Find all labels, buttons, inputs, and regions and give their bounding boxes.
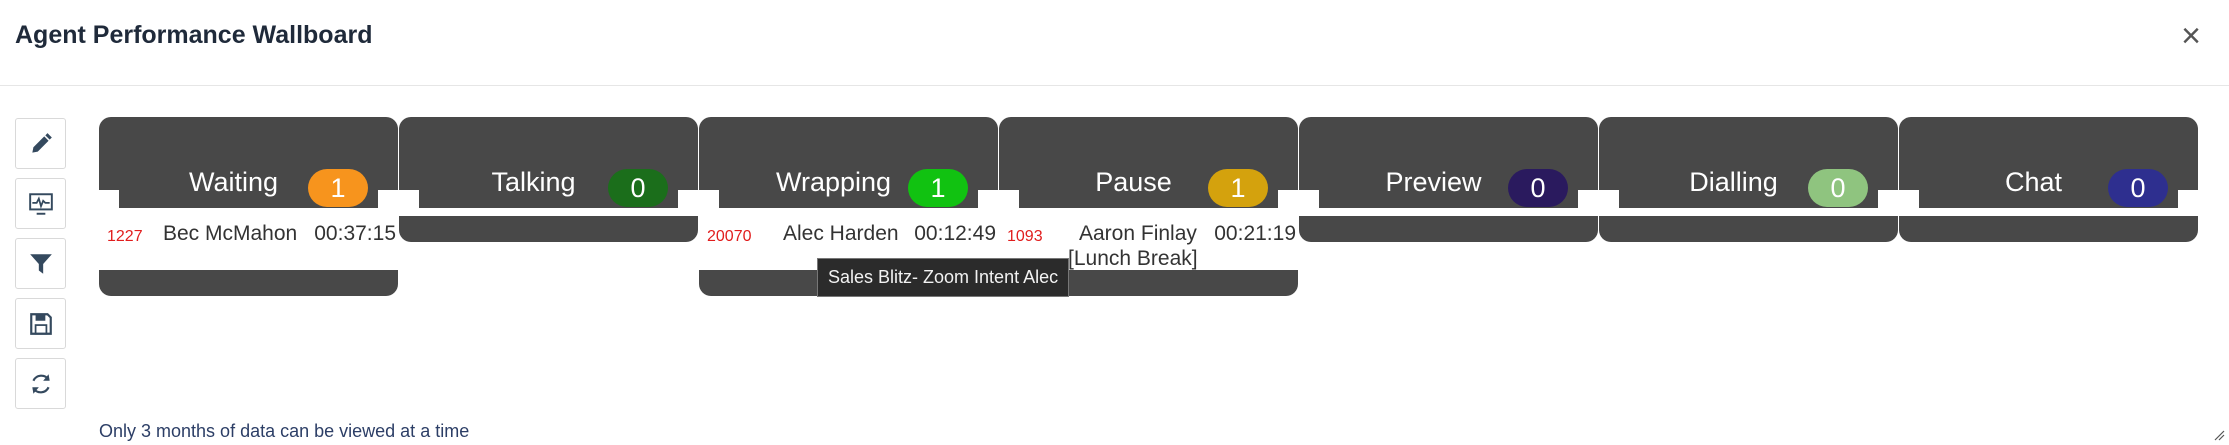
count-badge: 0 (1808, 169, 1868, 207)
agent-status: [Lunch Break] (1068, 247, 1198, 270)
column-header: Preview 0 (1299, 117, 1598, 208)
save-icon (29, 312, 52, 335)
page-title: Agent Performance Wallboard (15, 21, 373, 49)
agent-time: 00:37:15 (314, 222, 396, 245)
count-badge: 0 (2108, 169, 2168, 207)
column-header: Waiting 1 (99, 117, 398, 208)
filter-icon (29, 253, 52, 274)
count-badge: 0 (608, 169, 668, 207)
count-badge: 1 (308, 169, 368, 207)
column-header: Dialling 0 (1599, 117, 1898, 208)
save-button[interactable] (15, 298, 66, 349)
resize-handle-icon[interactable] (2213, 429, 2225, 441)
column-dialling: Dialling 0 (1599, 117, 1898, 417)
count-badge: 1 (1208, 169, 1268, 207)
column-header: Pause 1 (999, 117, 1298, 208)
column-footer (1599, 216, 1898, 242)
monitor-button[interactable] (15, 178, 66, 229)
column-header: Chat 0 (1899, 117, 2198, 208)
agent-extension: 1093 (1007, 228, 1043, 245)
column-chat: Chat 0 (1899, 117, 2198, 417)
column-footer (399, 216, 698, 242)
agent-name: Aaron Finlay (1079, 222, 1197, 245)
side-toolbar (15, 118, 68, 418)
refresh-icon (31, 373, 50, 394)
refresh-button[interactable] (15, 358, 66, 409)
agent-extension: 20070 (707, 228, 752, 245)
agent-name: Alec Harden (783, 222, 899, 245)
column-waiting: Waiting 1 1227 Bec McMahon 00:37:15 (99, 117, 398, 417)
data-range-note: Only 3 months of data can be viewed at a… (99, 421, 470, 441)
edit-icon (31, 132, 52, 153)
agent-time: 00:21:19 (1214, 222, 1296, 245)
column-header: Talking 0 (399, 117, 698, 208)
close-icon[interactable]: × (2181, 16, 2201, 56)
agent-name: Bec McMahon (163, 222, 298, 245)
column-preview: Preview 0 (1299, 117, 1598, 417)
count-badge: 1 (908, 169, 968, 207)
count-badge: 0 (1508, 169, 1568, 207)
filter-button[interactable] (15, 238, 66, 289)
agent-row[interactable]: 1227 Bec McMahon 00:37:15 (99, 220, 398, 264)
column-footer (1299, 216, 1598, 242)
column-footer (1899, 216, 2198, 242)
agent-time: 00:12:49 (914, 222, 996, 245)
column-header: Wrapping 1 (699, 117, 998, 208)
agent-extension: 1227 (107, 228, 143, 245)
column-talking: Talking 0 (399, 117, 698, 417)
modal-header: Agent Performance Wallboard × (0, 0, 2229, 86)
edit-button[interactable] (15, 118, 66, 169)
column-footer (99, 270, 398, 296)
monitor-wave-icon (28, 192, 53, 215)
campaign-tooltip: Sales Blitz- Zoom Intent Alec (817, 258, 1070, 297)
